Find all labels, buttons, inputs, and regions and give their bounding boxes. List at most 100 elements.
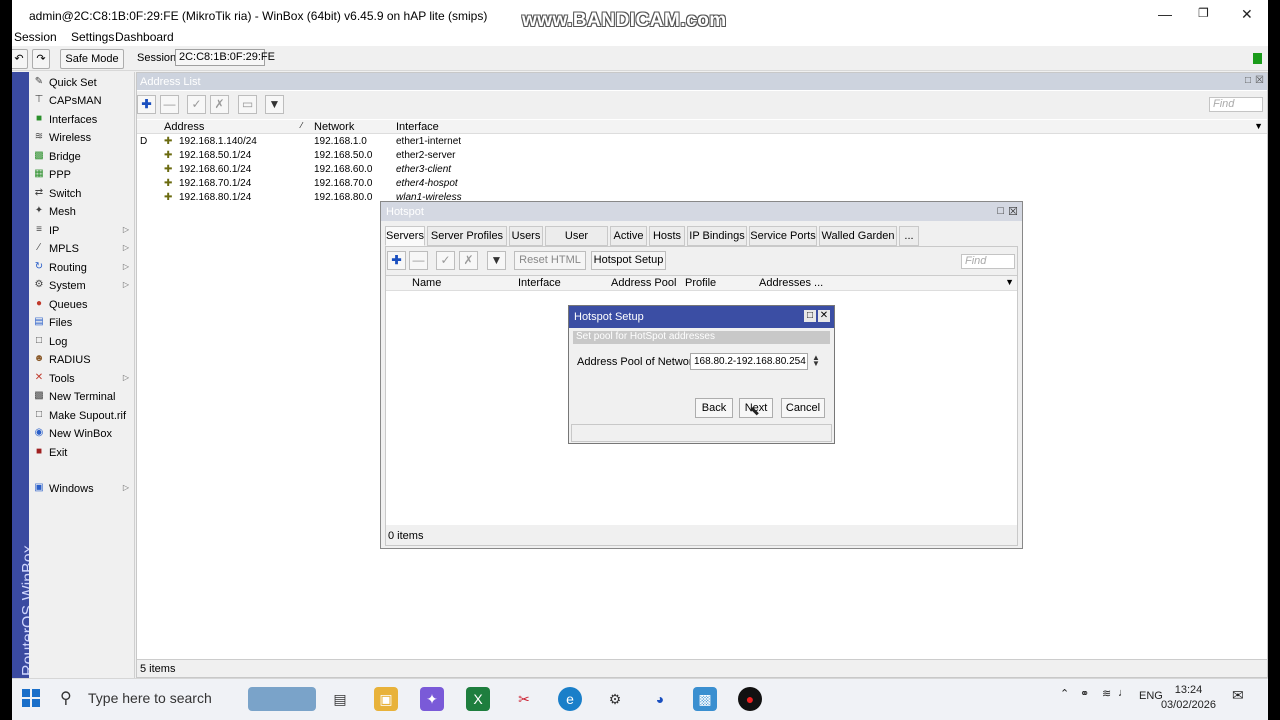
filter-button[interactable]: ▼ [487,251,506,270]
maximize-icon[interactable]: □ [1245,75,1251,86]
sidebar-item-log[interactable]: □ Log [29,333,135,351]
sidebar-item-new-winbox[interactable]: ◉ New WinBox [29,425,135,443]
back-button[interactable]: Back [695,398,733,418]
tab-user-profiles[interactable]: User Profiles [545,226,608,260]
add-button[interactable]: ✚ [387,251,406,270]
close-icon[interactable]: ☒ [1008,205,1018,218]
sidebar-item-bridge[interactable]: ▩ Bridge [29,148,135,166]
sidebar-item-tools[interactable]: ✕ Tools ▷ [29,370,135,388]
column-address-pool[interactable]: Address Pool [611,277,676,289]
edge-icon[interactable]: e [558,687,582,711]
filter-button[interactable]: ▼ [265,95,284,114]
remove-button[interactable]: — [160,95,179,114]
tab-servers[interactable]: Servers [385,226,425,246]
close-icon[interactable]: ✕ [1241,6,1253,23]
spinner-icon[interactable]: ▲ ▼ [812,354,820,368]
snipping-tool-icon[interactable]: ✂ [512,687,536,711]
comment-button[interactable]: ▭ [238,95,257,114]
excel-icon[interactable]: X [466,687,490,711]
session-field[interactable]: 2C:C8:1B:0F:29:FE [175,49,275,66]
sidebar-item-wireless[interactable]: ≋ Wireless [29,129,135,147]
hotspot-setup-button[interactable]: Hotspot Setup [591,251,666,270]
column-interface[interactable]: Interface [518,277,561,289]
reset-html-button[interactable]: Reset HTML [514,251,586,270]
column-profile[interactable]: Profile [685,277,716,289]
sidebar-item-system[interactable]: ⚙ System ▷ [29,277,135,295]
disable-button[interactable]: ✗ [210,95,229,114]
menu-settings[interactable]: Settings [71,30,114,44]
tab-more[interactable]: ... [899,226,919,246]
sidebar-item-exit[interactable]: ■ Exit [29,444,135,462]
sidebar-item-capsman[interactable]: ⊤ CAPsMAN [29,92,135,110]
network-globe-icon[interactable]: ⚭ [1080,687,1089,700]
sidebar-item-make-supout[interactable]: □ Make Supout.rif [29,407,135,425]
vpn-icon[interactable]: ◕ [648,687,672,711]
search-highlight-icon[interactable] [248,687,316,711]
sidebar-item-new-terminal[interactable]: ▩ New Terminal [29,388,135,406]
table-row[interactable]: ✚ 192.168.60.1/24 192.168.60.0 ether3-cl… [137,163,1267,177]
table-row[interactable]: ✚ 192.168.50.1/24 192.168.50.0 ether2-se… [137,149,1267,163]
volume-icon[interactable]: ♩ [1118,687,1129,699]
table-row[interactable]: D ✚ 192.168.1.140/24 192.168.1.0 ether1-… [137,135,1267,149]
tab-server-profiles[interactable]: Server Profiles [427,226,507,246]
safe-mode-button[interactable]: Safe Mode [60,49,124,69]
cancel-button[interactable]: Cancel [781,398,825,418]
restore-icon[interactable]: ❐ [1198,6,1209,20]
sidebar-item-files[interactable]: ▤ Files [29,314,135,332]
tab-ip-bindings[interactable]: IP Bindings [687,226,747,246]
column-name[interactable]: Name [412,277,441,289]
column-addresses[interactable]: Addresses ... [759,277,823,289]
address-pool-input[interactable]: 168.80.2-192.168.80.254 [690,353,808,370]
sidebar-item-interfaces[interactable]: ■ Interfaces [29,111,135,129]
menu-dashboard[interactable]: Dashboard [115,30,174,44]
enable-button[interactable]: ✓ [187,95,206,114]
bandicam-record-icon[interactable]: ● [738,687,762,711]
sidebar-item-ip[interactable]: ≡ IP ▷ [29,222,135,240]
remote-desktop-icon[interactable]: ▩ [693,687,717,711]
task-view-icon[interactable]: ▤ [328,687,352,711]
undo-button[interactable]: ↶ [12,49,28,69]
language-indicator[interactable]: ENG [1139,690,1163,702]
columns-dropdown-icon[interactable]: ▼ [1005,277,1014,287]
sidebar-item-ppp[interactable]: ▦ PPP [29,166,135,184]
find-input[interactable]: Find [961,254,1015,269]
maximize-icon[interactable]: □ [997,205,1004,217]
tab-hosts[interactable]: Hosts [649,226,685,246]
menu-session[interactable]: Session [14,30,57,44]
sidebar-item-queues[interactable]: ● Queues [29,296,135,314]
sidebar-item-radius[interactable]: ☻ RADIUS [29,351,135,369]
sidebar-item-switch[interactable]: ⇄ Switch [29,185,135,203]
disable-button[interactable]: ✗ [459,251,478,270]
sidebar-item-quick-set[interactable]: ✎ Quick Set [29,74,135,92]
tab-active[interactable]: Active [610,226,647,246]
settings-icon[interactable]: ⚙ [603,687,627,711]
tab-users[interactable]: Users [509,226,543,246]
clock[interactable]: 13:24 03/02/2026 [1161,683,1216,713]
close-icon[interactable]: ✕ [818,310,830,322]
maximize-icon[interactable]: □ [804,310,816,322]
redo-button[interactable]: ↷ [32,49,50,69]
notifications-icon[interactable]: ✉ [1232,687,1244,704]
tab-walled-garden[interactable]: Walled Garden [819,226,897,246]
copilot-icon[interactable]: ✦ [420,687,444,711]
sidebar-item-mesh[interactable]: ✦ Mesh [29,203,135,221]
column-address[interactable]: Address [164,121,204,133]
column-interface[interactable]: Interface [396,121,439,133]
show-hidden-icons-icon[interactable]: ⌃ [1060,687,1069,700]
windows-start-icon[interactable] [22,689,40,707]
find-input[interactable]: Find [1209,97,1263,112]
file-explorer-icon[interactable]: ▣ [374,687,398,711]
columns-dropdown-icon[interactable]: ▼ [1254,121,1263,131]
minimize-icon[interactable]: — [1158,6,1172,22]
tab-service-ports[interactable]: Service Ports [749,226,817,246]
enable-button[interactable]: ✓ [436,251,455,270]
sidebar-item-windows[interactable]: ▣ Windows ▷ [29,480,135,498]
column-network[interactable]: Network [314,121,354,133]
add-button[interactable]: ✚ [137,95,156,114]
table-row[interactable]: ✚ 192.168.70.1/24 192.168.70.0 ether4-ho… [137,177,1267,191]
remove-button[interactable]: — [409,251,428,270]
sidebar-item-mpls[interactable]: ∕ MPLS ▷ [29,240,135,258]
wifi-icon[interactable]: ≋ [1102,687,1111,700]
close-icon[interactable]: ☒ [1255,75,1264,86]
sidebar-item-routing[interactable]: ↻ Routing ▷ [29,259,135,277]
